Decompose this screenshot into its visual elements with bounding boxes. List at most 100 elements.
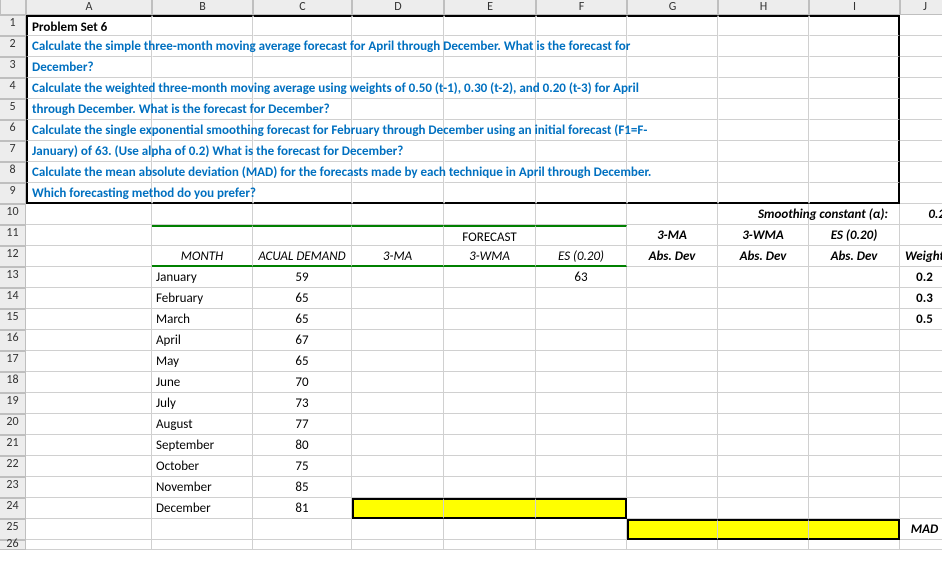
cell-C13-demand[interactable]: 59: [253, 267, 352, 288]
cell-F13-es[interactable]: 63: [536, 267, 627, 288]
cell-J19[interactable]: [900, 393, 942, 414]
cell-A26[interactable]: [26, 540, 152, 550]
cell-A20[interactable]: [26, 414, 152, 435]
cell-F21[interactable]: [536, 435, 627, 456]
cell-H15[interactable]: [718, 309, 809, 330]
cell-G1[interactable]: [627, 15, 718, 36]
row-header-18[interactable]: 18: [0, 372, 26, 393]
cell-E3[interactable]: [444, 57, 536, 78]
cell-D1[interactable]: [352, 15, 444, 36]
cell-E9[interactable]: [444, 183, 536, 204]
row-header-16[interactable]: 16: [0, 330, 26, 351]
row-header-10[interactable]: 10: [0, 204, 26, 225]
cell-E12-wma-hdr[interactable]: 3-WMA: [444, 246, 536, 267]
cell-I19[interactable]: [809, 393, 900, 414]
cell-H17[interactable]: [718, 351, 809, 372]
col-header-I[interactable]: I: [809, 0, 900, 15]
cell-E20[interactable]: [444, 414, 536, 435]
cell-H2[interactable]: [718, 36, 809, 57]
cell-B20-month[interactable]: August: [152, 414, 253, 435]
row-header-3[interactable]: 3: [0, 57, 26, 78]
cell-J8[interactable]: [900, 162, 942, 183]
cell-G26[interactable]: [627, 540, 718, 550]
cell-J3[interactable]: [900, 57, 942, 78]
cell-A9[interactable]: Which forecasting method do you prefer?: [26, 183, 152, 204]
cell-J5[interactable]: [900, 99, 942, 120]
cell-H11[interactable]: 3-WMA: [718, 225, 809, 246]
cell-C12-actual-hdr[interactable]: ACUAL DEMAND: [253, 246, 352, 267]
cell-J13-weight[interactable]: 0.2: [900, 267, 942, 288]
cell-F17[interactable]: [536, 351, 627, 372]
row-header-22[interactable]: 22: [0, 456, 26, 477]
cell-J18[interactable]: [900, 372, 942, 393]
cell-D25[interactable]: [352, 519, 444, 540]
cell-H26[interactable]: [718, 540, 809, 550]
cell-A14[interactable]: [26, 288, 152, 309]
cell-I17[interactable]: [809, 351, 900, 372]
cell-B26[interactable]: [152, 540, 253, 550]
cell-I21[interactable]: [809, 435, 900, 456]
cell-B17-month[interactable]: May: [152, 351, 253, 372]
cell-H21[interactable]: [718, 435, 809, 456]
col-header-C[interactable]: C: [253, 0, 352, 15]
cell-B16-month[interactable]: April: [152, 330, 253, 351]
cell-D13[interactable]: [352, 267, 444, 288]
row-header-1[interactable]: 1: [0, 15, 26, 36]
cell-D10[interactable]: [352, 204, 444, 225]
cell-B14-month[interactable]: February: [152, 288, 253, 309]
cell-A18[interactable]: [26, 372, 152, 393]
cell-E1[interactable]: [444, 15, 536, 36]
cell-D22[interactable]: [352, 456, 444, 477]
row-header-21[interactable]: 21: [0, 435, 26, 456]
cell-C3[interactable]: [253, 57, 352, 78]
cell-E17[interactable]: [444, 351, 536, 372]
cell-I2[interactable]: [809, 36, 900, 57]
cell-C20-demand[interactable]: 77: [253, 414, 352, 435]
cell-I3[interactable]: [809, 57, 900, 78]
row-header-26[interactable]: 26: [0, 540, 26, 550]
cell-G22[interactable]: [627, 456, 718, 477]
cell-F11[interactable]: [536, 225, 627, 246]
cell-I1[interactable]: [809, 15, 900, 36]
cell-J20[interactable]: [900, 414, 942, 435]
cell-H1[interactable]: [718, 15, 809, 36]
cell-H6[interactable]: [718, 120, 809, 141]
cell-D14[interactable]: [352, 288, 444, 309]
row-header-2[interactable]: 2: [0, 36, 26, 57]
cell-J4[interactable]: [900, 78, 942, 99]
cell-B15-month[interactable]: March: [152, 309, 253, 330]
cell-G21[interactable]: [627, 435, 718, 456]
col-header-H[interactable]: H: [718, 0, 809, 15]
cell-J6[interactable]: [900, 120, 942, 141]
cell-I20[interactable]: [809, 414, 900, 435]
cell-A3[interactable]: December?: [26, 57, 152, 78]
cell-F7[interactable]: [536, 141, 627, 162]
cell-E14[interactable]: [444, 288, 536, 309]
cell-D23[interactable]: [352, 477, 444, 498]
cell-D19[interactable]: [352, 393, 444, 414]
cell-B19-month[interactable]: July: [152, 393, 253, 414]
cell-C19-demand[interactable]: 73: [253, 393, 352, 414]
cell-E5[interactable]: [444, 99, 536, 120]
cell-B22-month[interactable]: October: [152, 456, 253, 477]
cell-J17[interactable]: [900, 351, 942, 372]
cell-D11[interactable]: [352, 225, 444, 246]
cell-D16[interactable]: [352, 330, 444, 351]
cell-I8[interactable]: [809, 162, 900, 183]
cell-H24[interactable]: [718, 498, 809, 519]
cell-F22[interactable]: [536, 456, 627, 477]
row-header-20[interactable]: 20: [0, 414, 26, 435]
col-header-G[interactable]: G: [627, 0, 718, 15]
cell-F24-answer[interactable]: [536, 498, 627, 519]
cell-A21[interactable]: [26, 435, 152, 456]
col-header-E[interactable]: E: [444, 0, 536, 15]
cell-F25[interactable]: [536, 519, 627, 540]
cell-C11[interactable]: [253, 225, 352, 246]
cell-C25[interactable]: [253, 519, 352, 540]
cell-J10[interactable]: 0.2: [900, 204, 942, 225]
cell-A17[interactable]: [26, 351, 152, 372]
cell-C26[interactable]: [253, 540, 352, 550]
cell-J23[interactable]: [900, 477, 942, 498]
cell-A4[interactable]: Calculate the weighted three-month movin…: [26, 78, 152, 99]
cell-G7[interactable]: [627, 141, 718, 162]
